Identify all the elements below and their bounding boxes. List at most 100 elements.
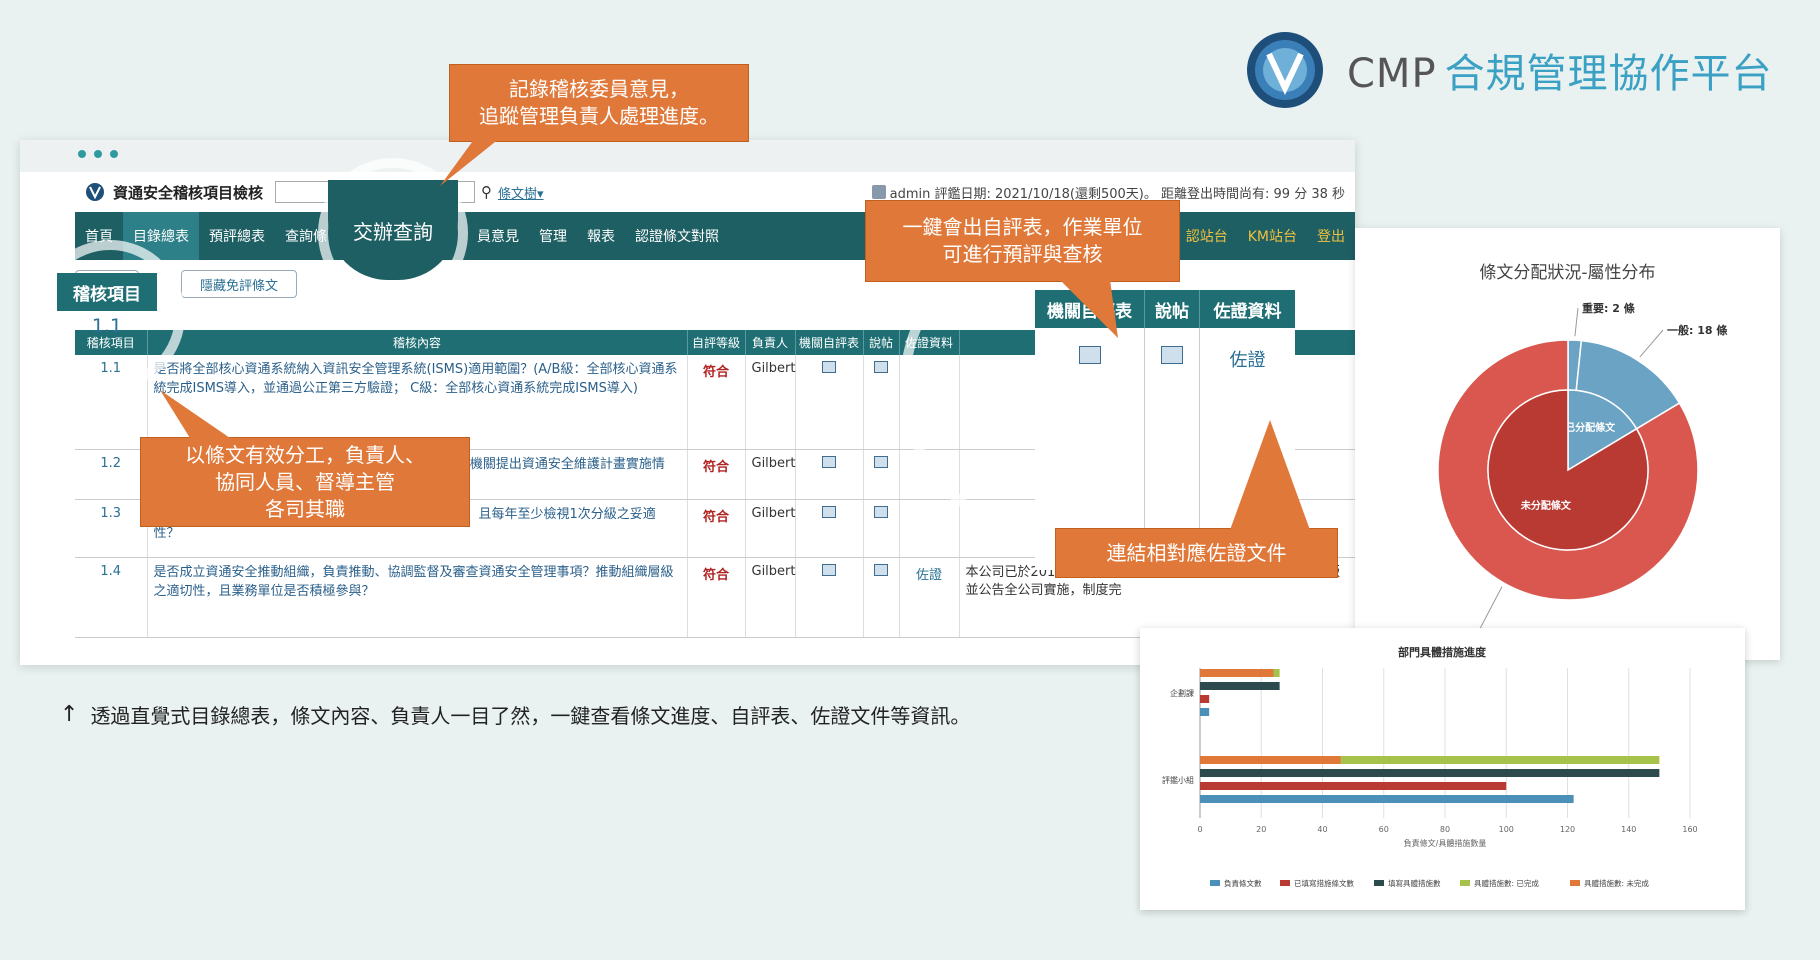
bar-legend-swatch <box>1210 880 1220 886</box>
self-eval-doc-icon[interactable] <box>822 506 836 519</box>
self-eval-doc-icon[interactable] <box>822 455 836 468</box>
bar-chart-title: 部門具體措施進度 <box>1398 645 1487 659</box>
bar-tick-label: 160 <box>1682 825 1697 834</box>
row-owner: Gilbert <box>745 557 796 639</box>
nav-item-manage[interactable]: 管理 <box>529 212 577 260</box>
bar-mark <box>1200 695 1210 703</box>
bar-chart-panel: 部門具體措施進度 0 20 40 60 80 100 120 140 160 負責條文/具體措施數量… <box>1140 628 1745 910</box>
col-header[interactable]: 機關自評表 <box>795 330 864 355</box>
arrow-up-icon: ↑ <box>60 702 79 727</box>
pie-chart-panel: 條文分配狀況-屬性分布 重要: 2 條一般: 18 條一般: 102 條已分配條… <box>1355 228 1780 660</box>
brand: CMP 合規管理協作平台 <box>1245 30 1773 110</box>
row-owner: Gilbert <box>745 499 796 559</box>
callout-left-text: 以條文有效分工，負責人、 協同人員、督導主管 各司其職 <box>185 442 425 521</box>
pie-inner-label: 未分配條文 <box>1520 499 1572 512</box>
filter-link[interactable]: 條文樹▾ <box>498 183 544 202</box>
col-header[interactable]: 稽核內容 <box>147 330 688 355</box>
bar-tick-label: 140 <box>1621 825 1636 834</box>
row-content[interactable]: 是否成立資通安全推動組織，負責推動、協調監督及審查資通安全管理事項？推動組織層級… <box>147 557 688 639</box>
self-eval-doc-icon[interactable] <box>822 564 836 577</box>
nav-item-logout[interactable]: 登出 <box>1307 226 1355 246</box>
nav-item-pre-eval[interactable]: 預評總表 <box>199 212 275 260</box>
app-title: 資通安全稽核項目檢核 <box>113 183 264 202</box>
zoom-col-evidence: 佐證資料 <box>1200 290 1295 328</box>
brand-title: CMP 合規管理協作平台 <box>1347 41 1773 99</box>
brand-logo-icon <box>1247 32 1323 108</box>
window-dot[interactable] <box>110 150 118 158</box>
evidence-link[interactable]: 佐證 <box>899 557 960 639</box>
callout-bottom-tail <box>1230 420 1310 530</box>
bar-legend-swatch <box>1460 880 1470 886</box>
bar-mark <box>1340 756 1660 764</box>
bar-tick-label: 100 <box>1499 825 1514 834</box>
row-id: 1.3 <box>75 499 148 559</box>
bar-tick-label: 20 <box>1256 825 1266 834</box>
callout-right: 一鍵會出自評表，作業單位 可進行預評與查核 <box>865 200 1180 282</box>
callout-left: 以條文有效分工，負責人、 協同人員、督導主管 各司其職 <box>140 437 470 527</box>
caption: ↑ 透過直覺式目錄總表，條文內容、負責人一目了然，一鍵查看條文進度、自評表、佐證… <box>60 700 970 729</box>
callout-right-tail <box>1060 280 1118 338</box>
nav-right: 認站台 KM站台 登出 <box>1176 226 1355 246</box>
bar-legend-swatch <box>1280 880 1290 886</box>
callout-top-text: 記錄稽核委員意見， 追蹤管理負責人處理進度。 <box>479 77 719 128</box>
bar-category-label: 評鑑小組 <box>1162 775 1194 785</box>
nav-item-site[interactable]: 認站台 <box>1176 226 1238 246</box>
bar-mark <box>1200 769 1660 777</box>
col-header[interactable]: 自評等級 <box>687 330 746 355</box>
bar-tick-label: 0 <box>1197 825 1202 834</box>
window-dot[interactable] <box>78 150 86 158</box>
zoom-row-id: 1.1 <box>91 315 123 337</box>
caption-text: 透過直覺式目錄總表，條文內容、負責人一目了然，一鍵查看條文進度、自評表、佐證文件… <box>90 704 971 728</box>
callout-top-tail <box>440 138 500 186</box>
pie-outer-label: 一般: 18 條 <box>1667 323 1728 337</box>
user-info-text: admin 評鑑日期: 2021/10/18(還剩500天)。 距離登出時間尚有… <box>889 186 1345 202</box>
nav-item-report[interactable]: 報表 <box>577 212 625 260</box>
bar-mark <box>1200 669 1274 677</box>
row-owner: Gilbert <box>745 355 796 450</box>
col-header[interactable]: 說帖 <box>863 330 900 355</box>
bar-tick-label: 80 <box>1440 825 1450 834</box>
row-grade: 符合 <box>687 557 746 639</box>
row-grade: 符合 <box>687 449 746 501</box>
bar-mark <box>1200 782 1507 790</box>
bar-chart: 部門具體措施進度 0 20 40 60 80 100 120 140 160 負責條文/具體措施數量… <box>1162 645 1698 888</box>
user-icon <box>871 185 886 199</box>
self-eval-doc-icon[interactable] <box>822 361 836 373</box>
user-info: admin 評鑑日期: 2021/10/18(還剩500天)。 距離登出時間尚有… <box>871 183 1345 202</box>
self-eval-cell <box>795 449 864 501</box>
brand-prefix: CMP <box>1347 51 1437 97</box>
bar-legend-label: 負責條文數 <box>1224 878 1262 888</box>
memo-doc-icon[interactable] <box>874 361 888 373</box>
bar-tick-label: 60 <box>1379 825 1389 834</box>
bar-mark <box>1200 682 1280 690</box>
row-id: 1.2 <box>75 449 148 501</box>
hide-exempt-button[interactable]: 隱藏免評條文 <box>181 270 298 298</box>
zoom-memo-icon[interactable] <box>1161 346 1183 364</box>
zoom-self-eval-icon[interactable] <box>1078 346 1101 364</box>
row-id: 1.4 <box>75 557 148 639</box>
row-grade: 符合 <box>687 499 746 559</box>
bar-legend-label: 已填寫措施條文數 <box>1294 878 1354 888</box>
col-header[interactable]: 負責人 <box>745 330 796 355</box>
window-dot[interactable] <box>94 150 102 158</box>
row-grade: 符合 <box>687 355 746 450</box>
brand-name: 合規管理協作平台 <box>1444 51 1773 97</box>
evidence-link[interactable] <box>899 499 960 559</box>
memo-doc-icon[interactable] <box>874 564 888 577</box>
bar-tick-label: 120 <box>1560 825 1575 834</box>
memo-cell <box>863 355 900 450</box>
bar-legend-label: 具體措施數: 已完成 <box>1474 878 1539 888</box>
memo-doc-icon[interactable] <box>874 506 888 519</box>
bar-tick-label: 40 <box>1317 825 1327 834</box>
nav-item-opinion[interactable]: 員意見 <box>467 212 529 260</box>
memo-cell <box>863 499 900 559</box>
pie-chart: 重要: 2 條一般: 18 條一般: 102 條已分配條文未分配條文 <box>1401 301 1728 649</box>
bar-legend-label: 填寫具體措施數 <box>1388 878 1441 888</box>
memo-doc-icon[interactable] <box>874 455 888 468</box>
pie-outer-leader <box>1639 329 1664 358</box>
bar-mark <box>1200 756 1341 764</box>
nav-item-km-site[interactable]: KM站台 <box>1238 226 1307 246</box>
nav-item-cert-map[interactable]: 認證條文對照 <box>625 212 729 260</box>
bar-legend-swatch <box>1570 880 1580 886</box>
pie-outer-label: 重要: 2 條 <box>1582 301 1636 315</box>
